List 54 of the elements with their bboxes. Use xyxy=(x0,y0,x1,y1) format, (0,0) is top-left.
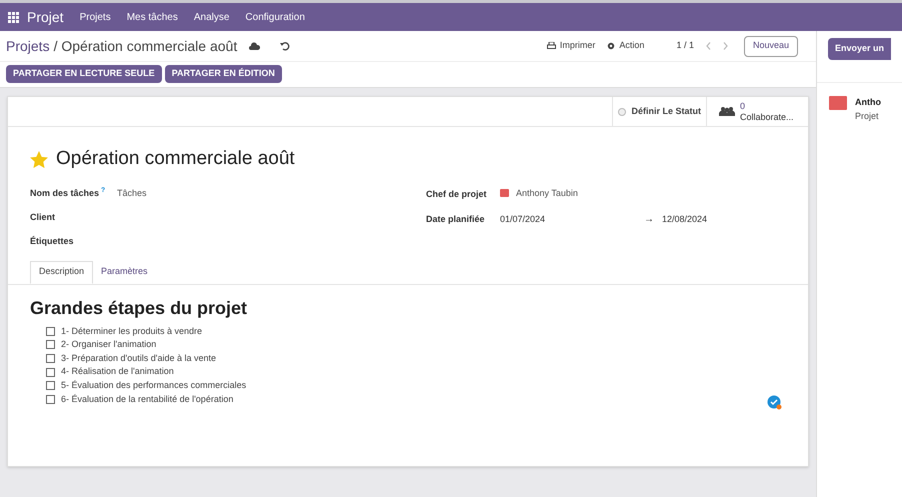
checklist-item: 2- Organiser l'animation xyxy=(61,338,156,352)
date-start-field[interactable]: 01/07/2024 xyxy=(500,212,644,226)
nav-menu-item[interactable]: Mes tâches xyxy=(126,10,178,24)
check-badge-icon xyxy=(766,394,782,410)
collaborators-count: 0 xyxy=(740,100,746,112)
breadcrumb-current: / Opération commerciale août xyxy=(54,36,238,56)
field-label: Chef de projet xyxy=(426,188,488,202)
share-button[interactable]: PARTAGER EN LECTURE SEULE xyxy=(6,65,162,83)
send-message-button[interactable]: Envoyer un xyxy=(828,38,891,60)
field-label: Client xyxy=(30,210,56,224)
checklist-item: 4- Réalisation de l'animation xyxy=(61,365,174,378)
checklist-item: 5- Évaluation des performances commerciales xyxy=(61,378,246,392)
checklist-item: 1- Déterminer les produits à vendre xyxy=(61,324,202,338)
print-button[interactable]: Imprimer xyxy=(546,39,596,53)
checkbox[interactable] xyxy=(46,394,55,404)
checkbox[interactable] xyxy=(46,326,55,336)
checkbox[interactable] xyxy=(46,354,55,363)
users-icon xyxy=(718,106,735,118)
status-button[interactable]: Définir Le Statut xyxy=(612,97,706,126)
star-icon[interactable] xyxy=(30,150,48,168)
field-label: Nom des tâches $^{?}$ xyxy=(30,186,106,200)
checklist-item: 3- Préparation d'outils d'aide à la vente xyxy=(61,352,216,365)
form-tab[interactable]: Paramètres xyxy=(93,260,156,284)
field-label: Date planifiée xyxy=(426,212,486,226)
app-title[interactable]: Projet xyxy=(27,6,64,28)
collaborators-label: Collaborate... xyxy=(740,112,794,122)
action-button[interactable]: Action xyxy=(607,39,644,53)
field-label: Étiquettes xyxy=(30,234,75,248)
printer-icon xyxy=(546,42,556,50)
nav-menu-item[interactable]: Configuration xyxy=(245,10,305,24)
undo-icon[interactable] xyxy=(280,41,290,51)
nav-menu-item[interactable]: Projets xyxy=(80,10,111,24)
date-end-field[interactable]: 12/08/2024 xyxy=(662,212,708,226)
checkbox[interactable] xyxy=(46,381,55,390)
message-subtitle: Projet xyxy=(854,110,880,123)
collaborators-button[interactable]: 0 Collaborate... xyxy=(706,97,808,126)
nav-menu-item[interactable]: Analyse xyxy=(194,10,230,24)
message-author: Antho xyxy=(854,96,881,109)
breadcrumb-link[interactable]: Projets xyxy=(6,36,50,56)
gear-icon xyxy=(607,42,616,50)
share-button[interactable]: PARTAGER EN ÉDITION xyxy=(164,65,282,83)
checkbox[interactable] xyxy=(46,368,55,377)
checkbox[interactable] xyxy=(46,340,55,350)
form-tab[interactable]: Description xyxy=(30,260,94,284)
new-button[interactable]: Nouveau xyxy=(744,36,798,56)
field-value[interactable]: Anthony Taubin xyxy=(516,186,578,200)
date-arrow: → xyxy=(644,212,655,226)
checklist-item: 6- Évaluation de la rentabilité de l'opération xyxy=(61,392,234,406)
pager-value: 1 / 1 xyxy=(676,39,694,52)
record-title: Opération commerciale août xyxy=(56,147,295,171)
apps-menu-icon[interactable] xyxy=(8,12,19,22)
section-heading: Grandes étapes du projet xyxy=(30,296,248,320)
cloud-upload-icon[interactable] xyxy=(249,42,260,50)
field-value[interactable]: Tâches xyxy=(117,186,147,200)
